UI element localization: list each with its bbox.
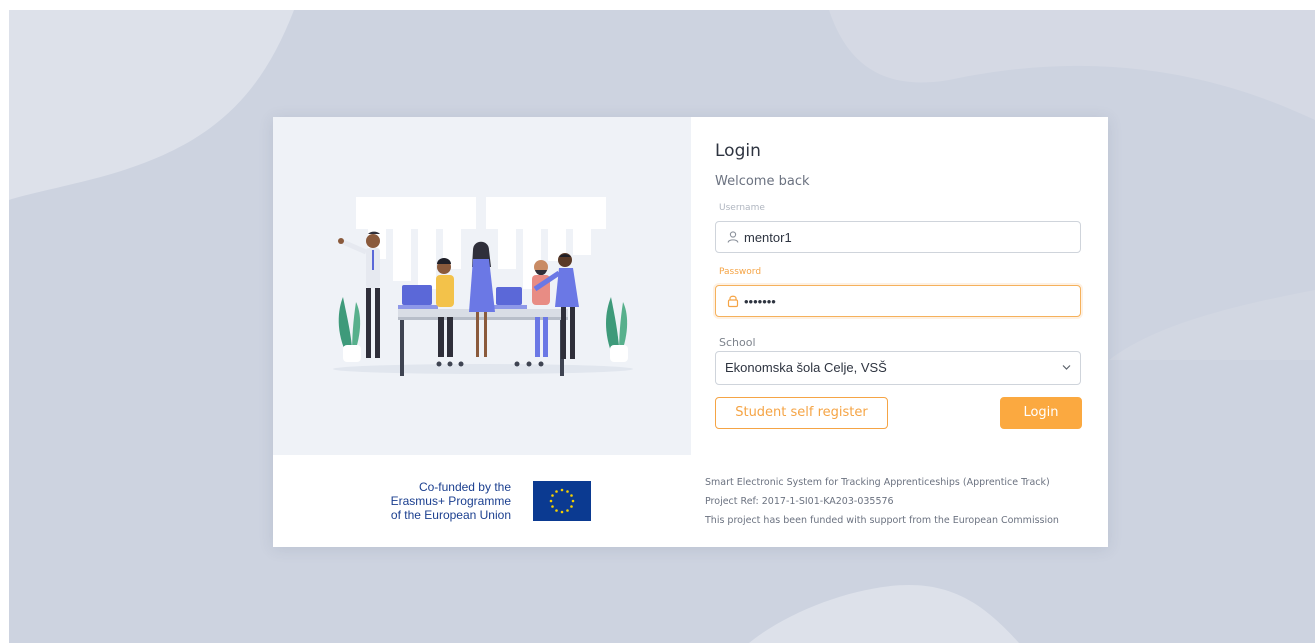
project-ref: Project Ref: 2017-1-SI01-KA203-035576	[705, 496, 894, 507]
erasmus-cofunded-logo: Co-funded by the Erasmus+ Programme of t…	[383, 480, 623, 522]
project-name: Smart Electronic System for Tracking App…	[705, 477, 1050, 488]
cofunded-line-3: of the European Union	[390, 508, 511, 522]
password-input[interactable]	[744, 286, 1064, 316]
username-label: Username	[719, 203, 765, 213]
team-illustration-image	[333, 197, 633, 376]
eu-flag-icon	[533, 481, 591, 521]
school-select[interactable]: Ekonomska šola Celje, VSŠ	[715, 351, 1081, 385]
login-button[interactable]: Login	[1000, 397, 1082, 429]
cofunded-line-1: Co-funded by the	[418, 480, 511, 494]
welcome-subtitle: Welcome back	[715, 174, 810, 189]
cofunded-text: Co-funded by the Erasmus+ Programme of t…	[391, 480, 511, 522]
login-title: Login	[715, 141, 761, 161]
password-field[interactable]	[715, 285, 1081, 317]
login-card: Login Welcome back Username Password Sch…	[273, 117, 1108, 547]
username-input[interactable]	[744, 222, 1064, 252]
funding-note: This project has been funded with suppor…	[705, 515, 1059, 526]
cofunded-line-2: Erasmus+ Programme	[390, 494, 511, 508]
username-field[interactable]	[715, 221, 1081, 253]
user-icon	[727, 231, 739, 243]
lock-icon	[727, 295, 739, 308]
school-selected-value: Ekonomska šola Celje, VSŠ	[725, 360, 887, 375]
school-label: School	[719, 336, 756, 349]
student-self-register-button[interactable]: Student self register	[715, 397, 888, 429]
team-illustration	[273, 117, 691, 455]
chevron-down-icon	[1062, 365, 1071, 370]
password-label: Password	[719, 267, 762, 277]
project-info: Smart Electronic System for Tracking App…	[705, 473, 1059, 530]
login-form: Login Welcome back Username Password Sch…	[715, 117, 1083, 455]
